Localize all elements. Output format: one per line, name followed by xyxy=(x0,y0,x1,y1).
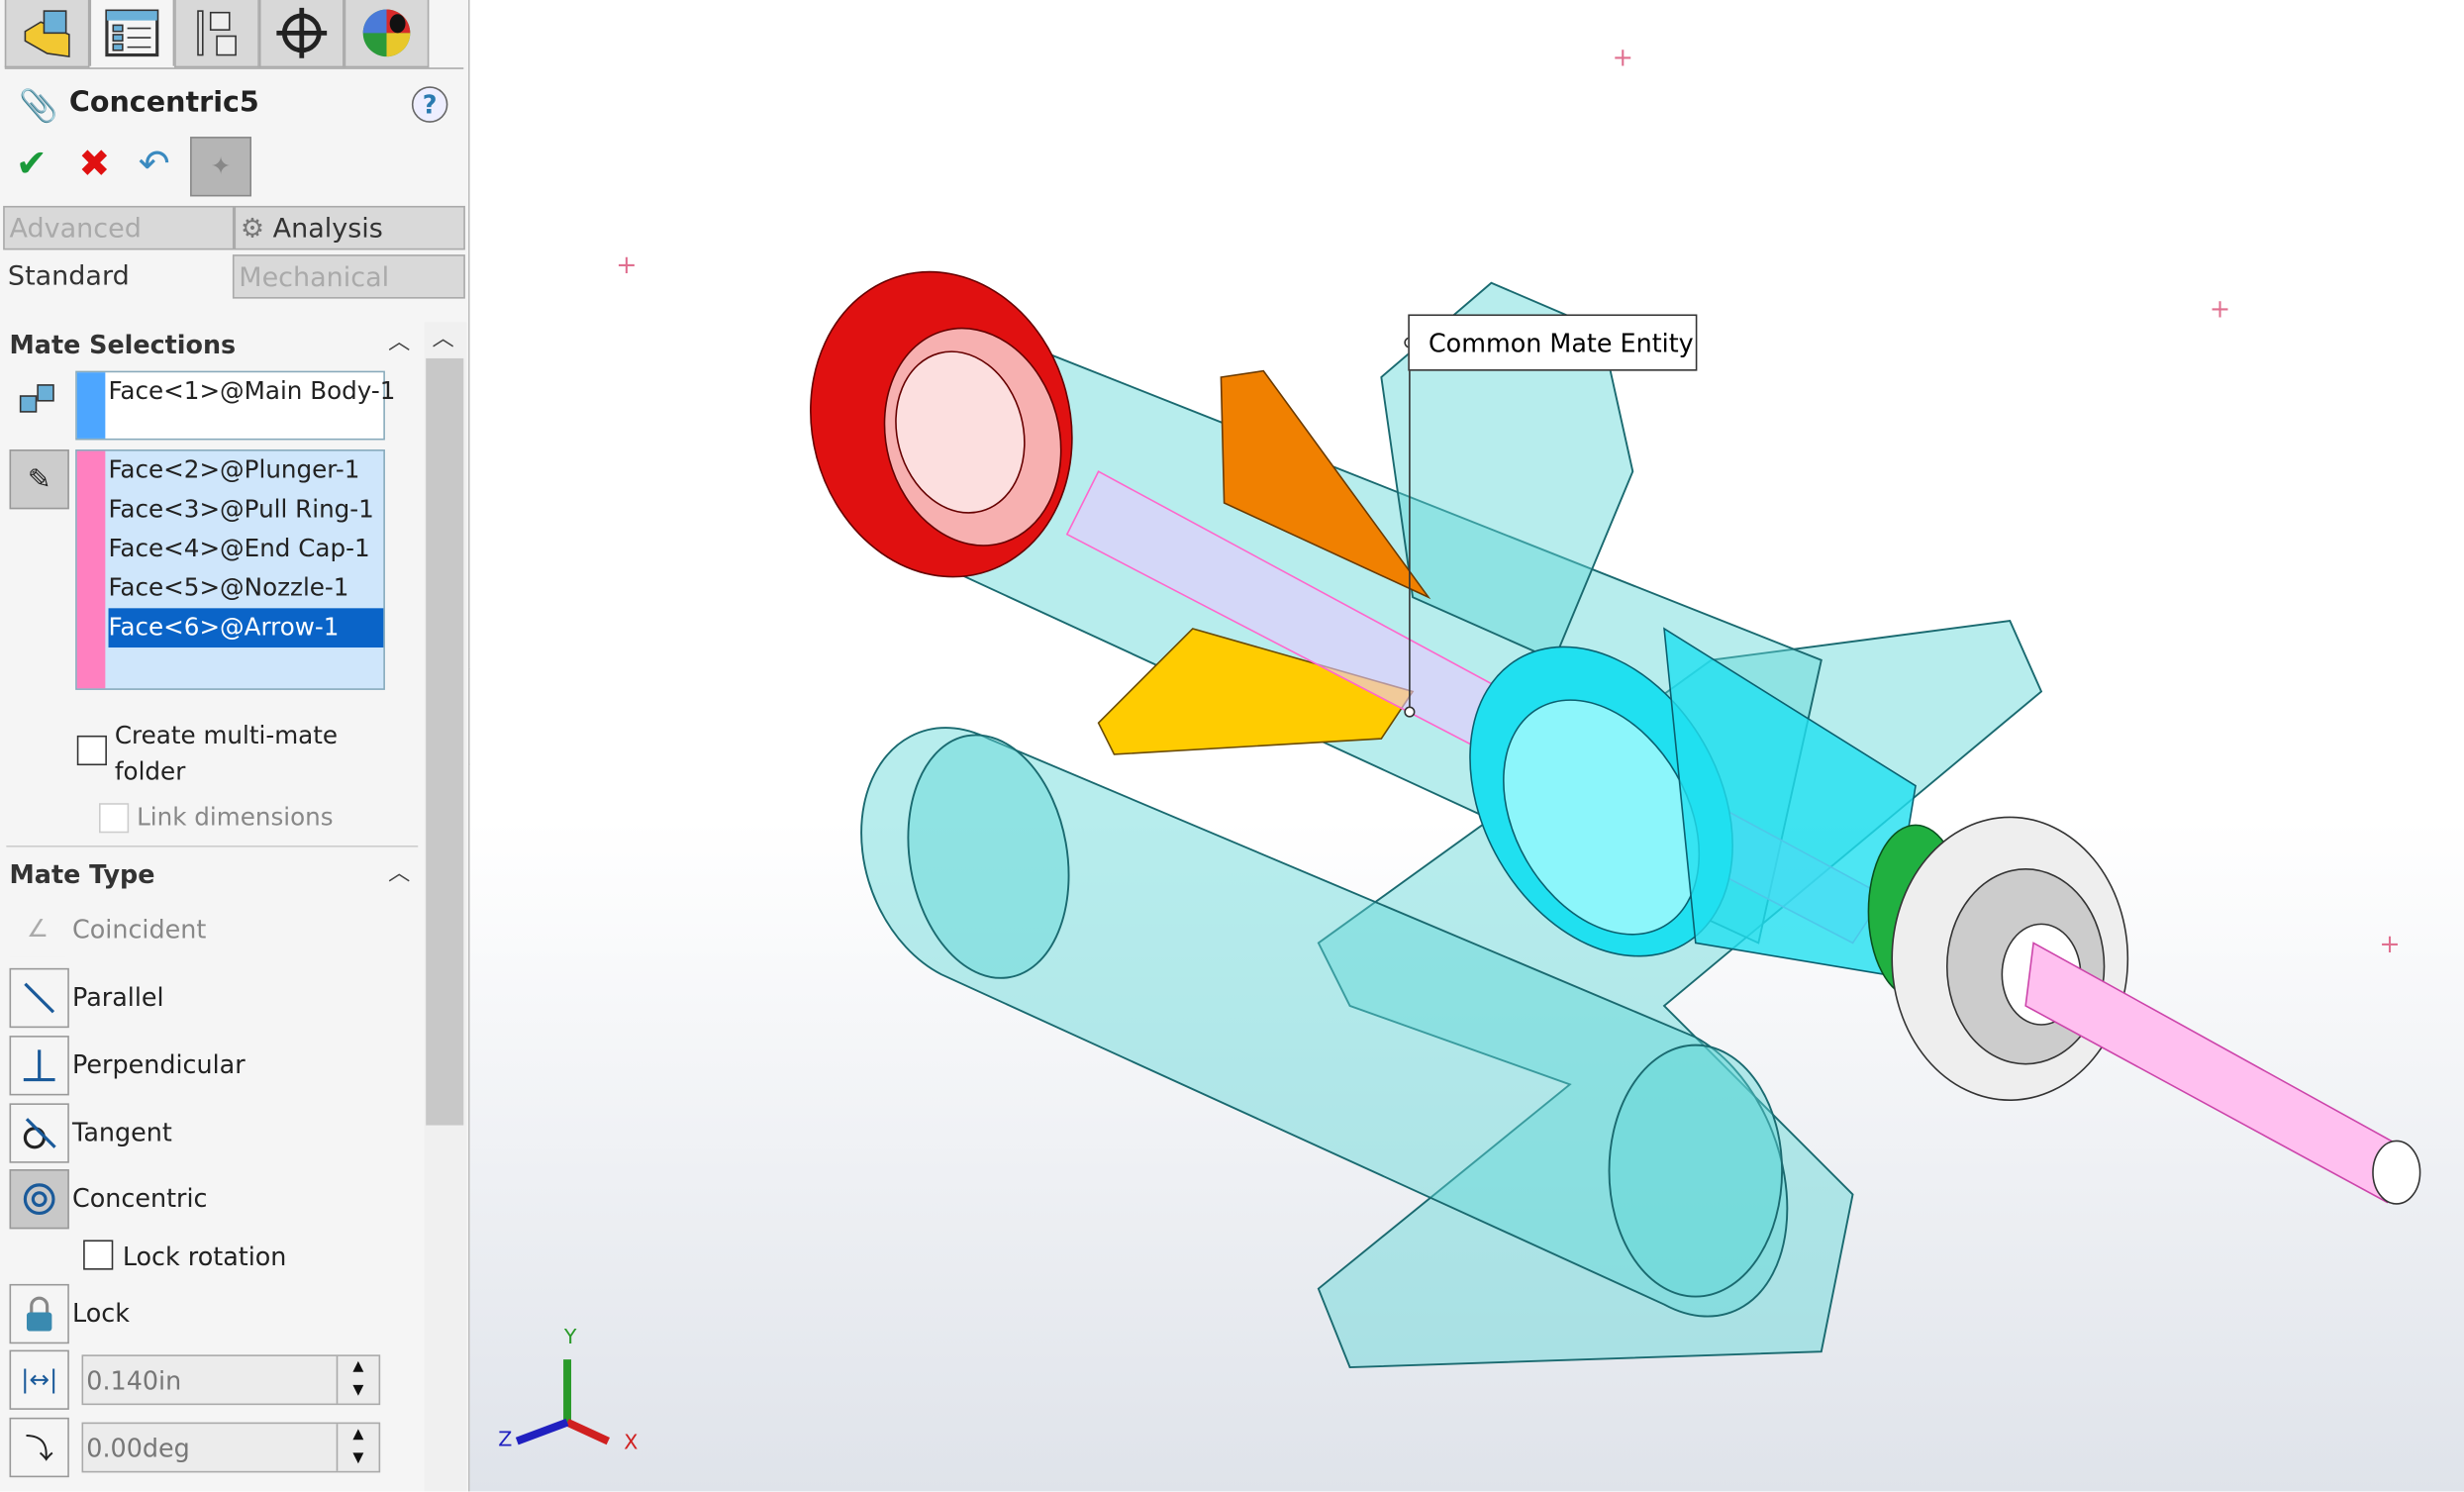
mate-lock[interactable]: Lock xyxy=(72,1298,130,1328)
multi-mate-label: Create multi-mate folder xyxy=(114,721,339,786)
manager-tabs xyxy=(4,0,464,69)
mate-perpendicular[interactable]: Perpendicular xyxy=(72,1049,246,1079)
leader-point xyxy=(1404,706,1416,718)
pink-rod xyxy=(2024,942,2405,1204)
origin-marker: + xyxy=(616,249,638,280)
origin-marker: + xyxy=(2379,929,2401,959)
mate-selections-header[interactable]: Mate Selections xyxy=(10,330,237,359)
multi-mate-checkbox[interactable] xyxy=(76,735,107,766)
scroll-up-icon[interactable]: ︿ xyxy=(433,322,454,353)
link-dimensions-label: Link dimensions xyxy=(137,803,334,832)
dimxpert-icon xyxy=(276,7,328,58)
pin-button[interactable]: ✦ xyxy=(190,137,251,197)
coincident-icon[interactable]: ∠ xyxy=(9,900,66,957)
list-item-selected[interactable]: Face<6>@Arrow-1 xyxy=(108,608,384,648)
appearance-icon xyxy=(362,9,411,57)
first-selection-color xyxy=(76,372,106,439)
mate-parallel[interactable]: Parallel xyxy=(72,982,164,1012)
axis-x-label: X xyxy=(624,1431,638,1454)
tab-analysis-label: Analysis xyxy=(272,213,383,246)
tab-standard[interactable]: Standard xyxy=(3,254,233,299)
featuremanager-icon xyxy=(24,10,70,58)
distance-value: 0.140in xyxy=(86,1365,182,1396)
lock-rotation-label: Lock rotation xyxy=(122,1242,287,1272)
mate-paperclip-icon: 📎 xyxy=(19,86,58,125)
angle-spinner[interactable]: ▲ ▼ xyxy=(336,1424,379,1471)
mate-tangent[interactable]: Tangent xyxy=(72,1118,172,1147)
lock-icon[interactable] xyxy=(9,1283,69,1344)
list-item[interactable]: Face<3>@Pull Ring-1 xyxy=(77,490,384,530)
origin-marker: + xyxy=(2209,293,2231,325)
scrollbar-thumb[interactable] xyxy=(426,357,464,1126)
triad: Y X Z xyxy=(498,1325,638,1453)
tab-propertymanager[interactable] xyxy=(89,0,175,66)
entity-selection-icon xyxy=(9,370,66,428)
list-item[interactable]: Face<2>@Plunger-1 xyxy=(77,451,384,491)
lock-rotation-checkbox[interactable] xyxy=(83,1240,114,1270)
end-cap xyxy=(1891,816,2129,1101)
axis-y-label: Y xyxy=(563,1325,577,1348)
axis-z-label: Z xyxy=(498,1427,512,1450)
tab-mechanical[interactable]: Mechanical xyxy=(232,254,465,299)
mate-coincident[interactable]: Coincident xyxy=(72,915,206,945)
distance-spinner[interactable]: ▲ ▼ xyxy=(336,1355,379,1404)
propertymanager-icon xyxy=(105,9,159,57)
mate-concentric[interactable]: Concentric xyxy=(72,1183,207,1213)
list-item[interactable]: Face<1>@Main Body-1 xyxy=(77,372,396,412)
list-item[interactable]: Face<4>@End Cap-1 xyxy=(77,530,384,569)
pin-icon: ✦ xyxy=(210,151,232,181)
common-mate-entity-tooltip: Common Mate Entity xyxy=(1408,314,1698,371)
first-selection-box[interactable]: Face<1>@Main Body-1 xyxy=(75,370,396,441)
cancel-button[interactable]: ✖ xyxy=(78,142,110,185)
link-dimensions-checkbox[interactable] xyxy=(99,803,130,834)
list-item[interactable]: Face<5>@Nozzle-1 xyxy=(77,569,384,609)
tab-configurationmanager[interactable] xyxy=(174,0,259,68)
perpendicular-icon[interactable] xyxy=(9,1036,69,1096)
configurationmanager-icon xyxy=(197,10,237,56)
origin-marker: + xyxy=(1612,42,1633,73)
concentric-icon[interactable] xyxy=(9,1169,69,1230)
second-selection-box[interactable]: Face<2>@Plunger-1 Face<3>@Pull Ring-1 Fa… xyxy=(75,448,385,690)
tab-dimxpert[interactable] xyxy=(258,0,345,68)
page-title: Concentric5 xyxy=(68,86,259,120)
parallel-icon[interactable] xyxy=(9,967,69,1029)
gears-icon: ⚙ xyxy=(240,213,273,246)
mate-type-header[interactable]: Mate Type xyxy=(10,859,155,889)
lower-cylinder-end-right xyxy=(1608,1044,1784,1298)
help-button[interactable]: ? xyxy=(411,86,448,123)
graphics-viewport[interactable]: Y X Z + + + + Common Mate Entity xyxy=(469,0,2464,1492)
distance-input[interactable]: 0.140in ▲ ▼ xyxy=(81,1354,381,1406)
divider xyxy=(6,845,419,847)
distance-icon: |↔| xyxy=(9,1349,69,1410)
tab-analysis[interactable]: ⚙ Analysis xyxy=(234,205,465,250)
property-manager: 📎 Concentric5 ? ✔ ✖ ↶ ✦ Advanced ⚙ Analy… xyxy=(0,0,470,1492)
tab-featuremanager[interactable] xyxy=(4,0,90,68)
collapse-chevron-icon[interactable]: ︿ xyxy=(388,326,410,357)
assembly-model[interactable]: Y X Z xyxy=(470,0,2464,1491)
rod-end xyxy=(2372,1140,2421,1205)
tab-appearance[interactable] xyxy=(344,0,430,68)
angle-icon: ⤵ xyxy=(9,1417,69,1478)
multiple-mate-mode-icon[interactable]: ✎ xyxy=(9,448,69,510)
second-selection-color xyxy=(76,450,106,689)
tangent-icon[interactable] xyxy=(9,1103,69,1163)
angle-value: 0.00deg xyxy=(86,1433,190,1463)
ok-button[interactable]: ✔ xyxy=(16,142,48,185)
collapse-chevron-icon[interactable]: ︿ xyxy=(388,856,410,888)
angle-input[interactable]: 0.00deg ▲ ▼ xyxy=(81,1422,381,1473)
tab-advanced[interactable]: Advanced xyxy=(3,205,235,250)
undo-button[interactable]: ↶ xyxy=(139,142,170,185)
